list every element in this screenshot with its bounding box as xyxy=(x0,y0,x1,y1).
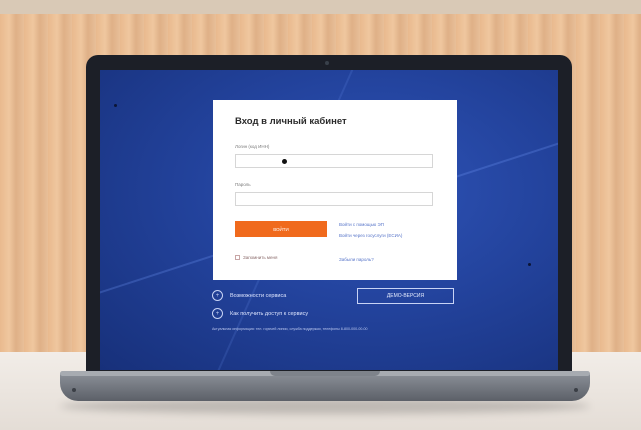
login-field[interactable] xyxy=(235,154,433,168)
laptop-screen: Вход в личный кабинет Логин (код ИНН) Па… xyxy=(100,70,558,370)
screen-speck xyxy=(528,263,531,266)
login-field-label: Логин (код ИНН) xyxy=(235,144,270,149)
password-field-label: Пароль xyxy=(235,182,251,187)
feature-access[interactable]: + Как получить доступ к сервису xyxy=(212,308,308,319)
password-field[interactable] xyxy=(235,192,433,206)
laptop-lid: Вход в личный кабинет Логин (код ИНН) Па… xyxy=(86,55,572,375)
mouse-cursor-icon xyxy=(282,159,287,164)
laptop-base xyxy=(60,373,590,401)
plus-circle-icon: + xyxy=(212,290,223,301)
remember-checkbox[interactable] xyxy=(235,255,240,260)
feature-label: Как получить доступ к сервису xyxy=(230,310,309,317)
webcam-icon xyxy=(325,61,329,65)
plus-circle-icon: + xyxy=(212,308,223,319)
laptop-foot xyxy=(72,388,76,392)
laptop-foot xyxy=(574,388,578,392)
laptop-hinge-notch xyxy=(270,371,380,376)
login-card: Вход в личный кабинет Логин (код ИНН) Па… xyxy=(213,100,457,280)
feature-label: Возможности сервиса xyxy=(230,292,287,299)
esia-login-link[interactable]: Войти через госуслуги (ЕСИА) xyxy=(339,233,402,238)
background-strip xyxy=(0,0,641,14)
page-title: Вход в личный кабинет xyxy=(235,116,347,127)
screen-speck xyxy=(114,104,117,107)
remember-me[interactable]: Запомнить меня xyxy=(235,255,277,260)
footer-note: Актуальная информация: тел. горячей лини… xyxy=(212,327,368,331)
feature-capabilities[interactable]: + Возможности сервиса xyxy=(212,290,286,301)
demo-version-button[interactable]: ДЕМО-ВЕРСИЯ xyxy=(357,288,454,304)
signature-login-link[interactable]: Войти с помощью ЭП xyxy=(339,222,384,227)
remember-label: Запомнить меня xyxy=(243,255,278,260)
forgot-password-link[interactable]: Забыли пароль? xyxy=(339,257,374,262)
login-button[interactable]: ВОЙТИ xyxy=(235,221,327,237)
